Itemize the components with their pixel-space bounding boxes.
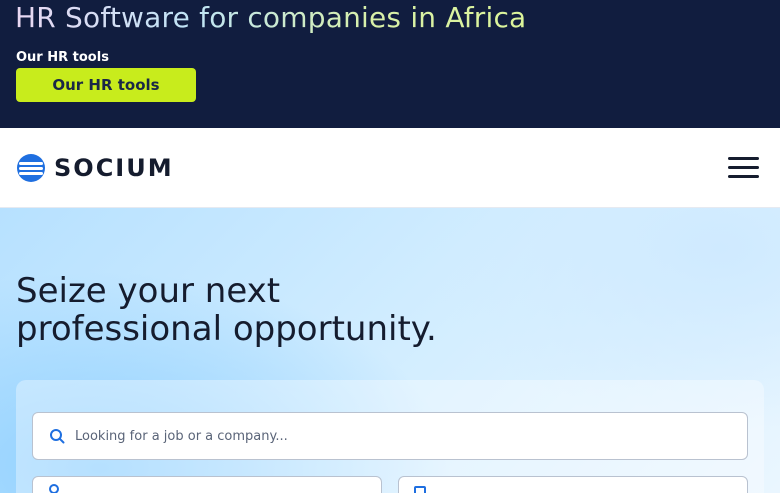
search-input[interactable] xyxy=(75,428,695,444)
hr-tools-button[interactable]: Our HR tools xyxy=(16,68,196,102)
logo-wordmark: SOCIUM xyxy=(54,154,174,182)
promo-link[interactable]: Our HR tools xyxy=(16,50,109,65)
promo-title: HR Software for companies in Africa xyxy=(15,1,527,34)
promo-banner: HR Software for companies in Africa Our … xyxy=(0,0,780,128)
hero-title-line1: Seize your next xyxy=(16,271,281,311)
site-header: SOCIUM xyxy=(0,128,780,208)
hero-section: Seize your next professional opportunity… xyxy=(0,208,780,493)
hero-title: Seize your next professional opportunity… xyxy=(16,272,437,348)
search-card xyxy=(16,380,764,493)
location-pin-icon xyxy=(49,484,59,493)
search-box[interactable] xyxy=(32,412,748,460)
briefcase-icon xyxy=(414,486,426,493)
hamburger-menu-icon[interactable] xyxy=(728,157,760,179)
hero-title-line2: professional opportunity. xyxy=(16,309,437,349)
socium-logo[interactable]: SOCIUM xyxy=(16,153,174,183)
category-filter[interactable] xyxy=(398,476,748,493)
location-filter[interactable] xyxy=(32,476,382,493)
socium-logo-icon xyxy=(17,154,45,182)
search-icon xyxy=(50,429,65,444)
